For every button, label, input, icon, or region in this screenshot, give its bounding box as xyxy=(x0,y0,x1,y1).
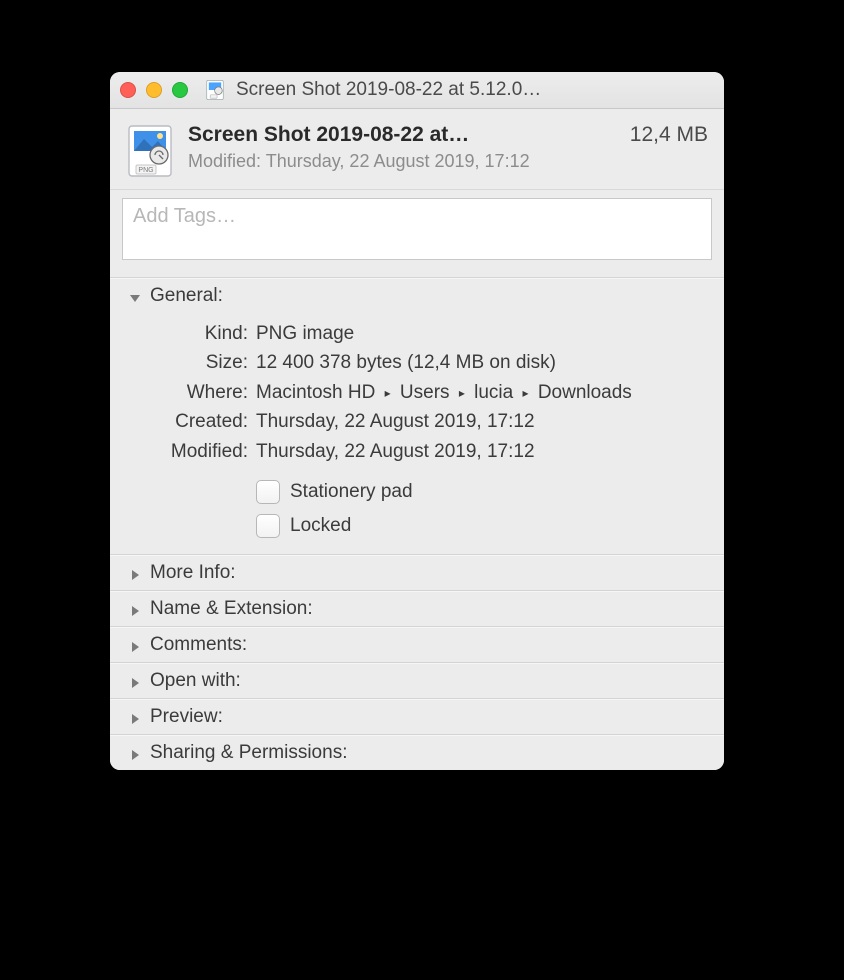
svg-text:PNG: PNG xyxy=(138,167,153,174)
section-name-extension-header[interactable]: Name & Extension: xyxy=(110,592,724,626)
locked-checkbox[interactable] xyxy=(256,514,280,538)
modified-value-2: Thursday, 22 August 2019, 17:12 xyxy=(256,437,706,466)
tags-input[interactable] xyxy=(122,198,712,260)
disclosure-right-icon xyxy=(128,602,142,616)
kind-label: Kind: xyxy=(128,319,256,348)
locked-row: Locked xyxy=(256,514,706,538)
section-general-title: General: xyxy=(150,285,223,307)
where-value: Macintosh HD ▸ Users ▸ lucia ▸ Downloads xyxy=(256,378,706,407)
where-part-1: Users xyxy=(400,382,450,403)
created-label: Created: xyxy=(128,407,256,436)
section-sharing-permissions-title: Sharing & Permissions: xyxy=(150,742,347,764)
path-separator-icon: ▸ xyxy=(455,384,469,403)
stationery-pad-checkbox[interactable] xyxy=(256,480,280,504)
section-open-with: Open with: xyxy=(110,663,724,699)
path-separator-icon: ▸ xyxy=(381,384,395,403)
modified-value: Thursday, 22 August 2019, 17:12 xyxy=(266,151,530,171)
modified-label-2: Modified: xyxy=(128,437,256,466)
row-modified: Modified: Thursday, 22 August 2019, 17:1… xyxy=(128,437,706,466)
minimize-window-button[interactable] xyxy=(146,82,162,98)
section-more-info-title: More Info: xyxy=(150,562,236,584)
row-kind: Kind: PNG image xyxy=(128,319,706,348)
section-general: General: Kind: PNG image Size: 12 400 37… xyxy=(110,278,724,555)
modified-label: Modified: xyxy=(188,151,261,171)
kind-value: PNG image xyxy=(256,319,706,348)
disclosure-right-icon xyxy=(128,746,142,760)
row-size: Size: 12 400 378 bytes (12,4 MB on disk) xyxy=(128,348,706,377)
size-value: 12 400 378 bytes (12,4 MB on disk) xyxy=(256,348,706,377)
section-comments: Comments: xyxy=(110,627,724,663)
section-open-with-header[interactable]: Open with: xyxy=(110,664,724,698)
section-sharing-permissions-header[interactable]: Sharing & Permissions: xyxy=(110,736,724,770)
section-more-info-header[interactable]: More Info: xyxy=(110,556,724,590)
size-label: Size: xyxy=(128,348,256,377)
section-general-header[interactable]: General: xyxy=(110,279,724,313)
stationery-pad-row: Stationery pad xyxy=(256,480,706,504)
disclosure-down-icon xyxy=(128,289,142,303)
section-name-extension: Name & Extension: xyxy=(110,591,724,627)
section-comments-header[interactable]: Comments: xyxy=(110,628,724,662)
section-sharing-permissions: Sharing & Permissions: xyxy=(110,735,724,770)
created-value: Thursday, 22 August 2019, 17:12 xyxy=(256,407,706,436)
where-part-3: Downloads xyxy=(538,382,632,403)
window-title: Screen Shot 2019-08-22 at 5.12.0… xyxy=(236,79,714,101)
file-summary: PNG Screen Shot 2019-08-22 at… 12,4 MB M… xyxy=(110,109,724,190)
section-name-extension-title: Name & Extension: xyxy=(150,598,313,620)
window-controls xyxy=(120,82,188,98)
zoom-window-button[interactable] xyxy=(172,82,188,98)
disclosure-right-icon xyxy=(128,710,142,724)
where-label: Where: xyxy=(128,378,256,407)
section-more-info: More Info: xyxy=(110,555,724,591)
section-preview-header[interactable]: Preview: xyxy=(110,700,724,734)
disclosure-right-icon xyxy=(128,674,142,688)
where-part-0: Macintosh HD xyxy=(256,382,375,403)
where-part-2: lucia xyxy=(474,382,513,403)
file-size: 12,4 MB xyxy=(630,123,708,147)
close-window-button[interactable] xyxy=(120,82,136,98)
titlebar-file-icon xyxy=(204,79,226,101)
tags-section xyxy=(110,190,724,278)
section-preview: Preview: xyxy=(110,699,724,735)
file-modified-summary: Modified: Thursday, 22 August 2019, 17:1… xyxy=(188,151,708,172)
titlebar[interactable]: Screen Shot 2019-08-22 at 5.12.0… xyxy=(110,72,724,109)
info-window: Screen Shot 2019-08-22 at 5.12.0… PNG Sc… xyxy=(110,72,724,770)
path-separator-icon: ▸ xyxy=(519,384,533,403)
section-comments-title: Comments: xyxy=(150,634,247,656)
disclosure-right-icon xyxy=(128,566,142,580)
file-name: Screen Shot 2019-08-22 at… xyxy=(188,123,616,147)
section-preview-title: Preview: xyxy=(150,706,223,728)
row-where: Where: Macintosh HD ▸ Users ▸ lucia ▸ Do… xyxy=(128,378,706,407)
row-created: Created: Thursday, 22 August 2019, 17:12 xyxy=(128,407,706,436)
file-icon: PNG xyxy=(126,125,174,177)
stationery-pad-label: Stationery pad xyxy=(290,481,413,503)
section-general-body: Kind: PNG image Size: 12 400 378 bytes (… xyxy=(110,313,724,554)
section-open-with-title: Open with: xyxy=(150,670,241,692)
locked-label: Locked xyxy=(290,515,351,537)
disclosure-right-icon xyxy=(128,638,142,652)
